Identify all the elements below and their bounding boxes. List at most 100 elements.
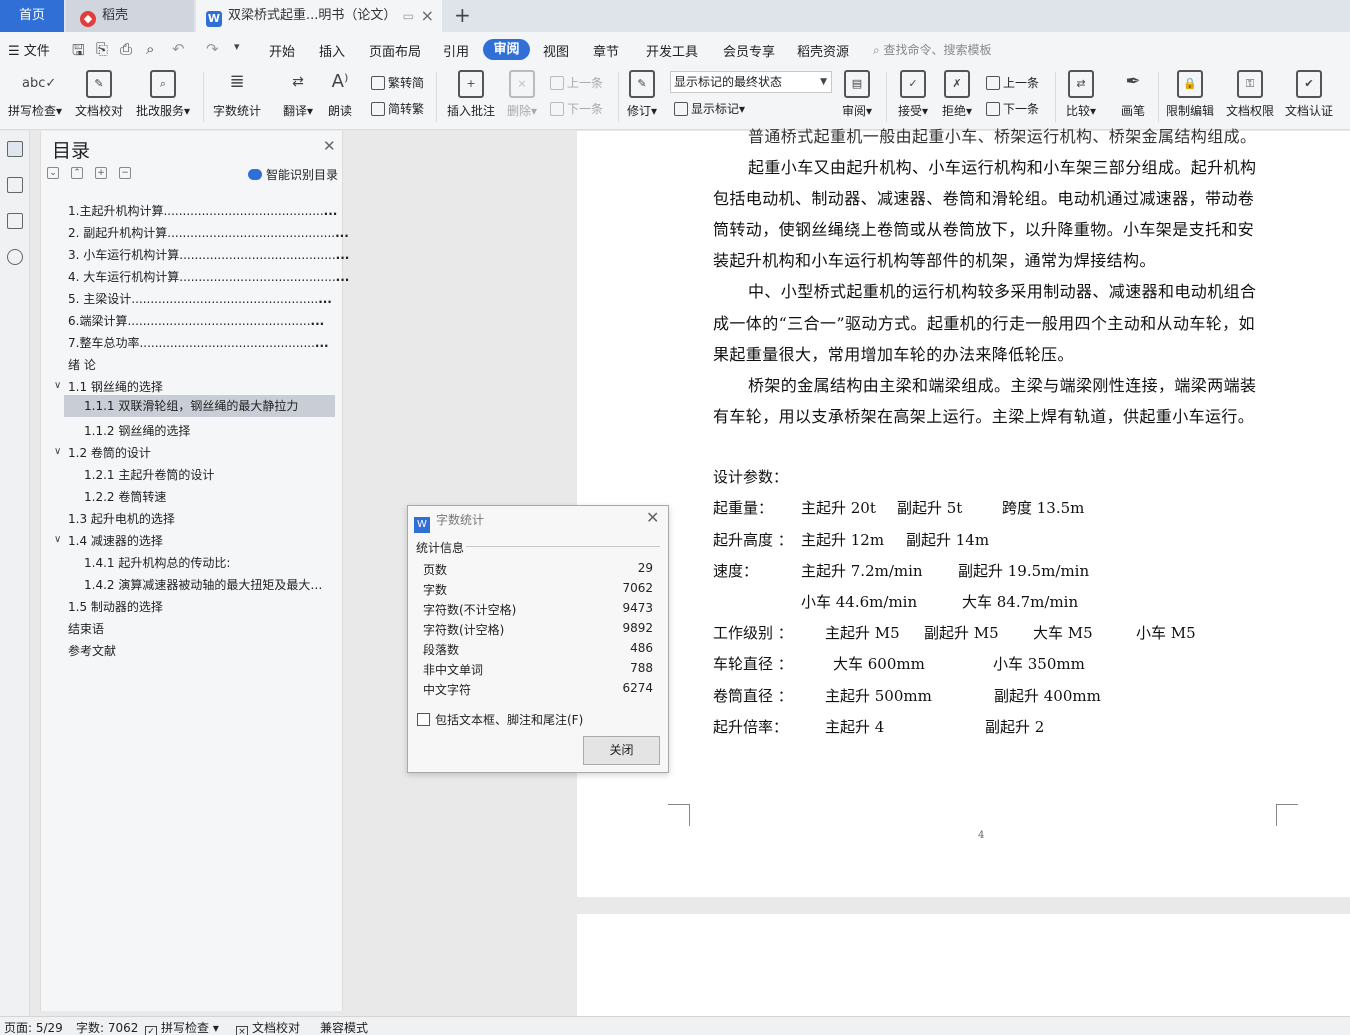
ink-button[interactable]: ✒ 画笔	[1116, 70, 1150, 119]
compare-button[interactable]: ⇄ 比较▾	[1063, 70, 1099, 119]
toc-item[interactable]: 1.主起升机构计算...............................…	[68, 202, 337, 219]
document-page[interactable]	[577, 131, 1350, 897]
include-textbox-checkbox[interactable]: 包括文本框、脚注和尾注(F)	[417, 711, 583, 728]
doc-permission-button[interactable]: ⚿ 文档权限	[1224, 70, 1276, 119]
save-icon[interactable]: 🖫	[72, 40, 85, 65]
expand-up-icon[interactable]: ⌃	[71, 167, 83, 179]
close-icon[interactable]: ✕	[646, 508, 659, 527]
show-markup-button[interactable]: 显示标记▾	[674, 100, 745, 117]
chevron-down-icon[interactable]: ∨	[54, 380, 61, 391]
toc-item[interactable]: 6.端梁计算..................................…	[68, 312, 324, 329]
page-indicator[interactable]: 页面: 5/29	[4, 1019, 63, 1035]
toc-item[interactable]: 1.2.1 主起升卷筒的设计	[84, 466, 214, 483]
next-change-button[interactable]: 下一条	[986, 100, 1039, 117]
toc-item[interactable]: 1.4 减速器的选择	[68, 532, 163, 549]
spellcheck-button[interactable]: abc✓ 拼写检查▾	[6, 70, 64, 119]
accept-button[interactable]: ✓ 接受▾	[896, 70, 930, 119]
read-aloud-button[interactable]: A⁾ 朗读	[326, 70, 354, 119]
toc-item[interactable]: 1.1 钢丝绳的选择	[68, 378, 163, 395]
trad-to-simp-button[interactable]: 繁转简	[371, 74, 424, 91]
track-changes-button[interactable]: ✎ 修订▾	[625, 70, 659, 119]
restrict-edit-button[interactable]: 🔒 限制编辑	[1164, 70, 1216, 119]
markup-state-select[interactable]: 显示标记的最终状态 ▼	[670, 71, 832, 93]
chevron-down-icon[interactable]: ∨	[54, 446, 61, 457]
toc-item[interactable]: 1.2.2 卷筒转速	[84, 488, 166, 505]
toc-item[interactable]: 1.4.1 起升机构总的传动比:	[84, 554, 230, 571]
toc-item[interactable]: 7.整车总功率.................................…	[68, 334, 329, 351]
toc-item[interactable]: 4. 大车运行机构计算.............................…	[68, 268, 349, 285]
param-label: 工作级别 ：	[713, 624, 793, 642]
remove-item-icon[interactable]: −	[119, 167, 131, 179]
customize-chevron-icon[interactable]: ▾	[234, 40, 240, 53]
export-icon[interactable]: ⎘	[96, 40, 108, 58]
close-icon[interactable]: ×	[421, 0, 434, 32]
add-item-icon[interactable]: +	[95, 167, 107, 179]
file-menu[interactable]: ☰ 文件	[8, 40, 50, 59]
simp-to-trad-button[interactable]: 简转繁	[371, 100, 424, 117]
menu-start[interactable]: 开始	[269, 41, 295, 60]
next-comment-label: 下一条	[567, 102, 604, 116]
print-preview-icon[interactable]: ⌕	[146, 40, 154, 58]
toc-item[interactable]: 结束语	[68, 620, 104, 637]
new-tab-button[interactable]: +	[454, 0, 471, 30]
prev-comment-button[interactable]: 上一条	[550, 74, 603, 91]
review-pane-button[interactable]: ▤ 审阅▾	[840, 70, 874, 119]
word-count-indicator[interactable]: 字数: 7062	[76, 1019, 138, 1035]
tab-daoke[interactable]: ◆ 稻壳	[66, 0, 194, 32]
print-icon[interactable]: ⎙	[120, 40, 132, 58]
search-icon[interactable]	[7, 249, 23, 265]
toc-item[interactable]: 1.4.2 演算减速器被动轴的最大扭矩及最大…	[84, 576, 322, 593]
toc-item[interactable]: 3. 小车运行机构计算.............................…	[68, 246, 349, 263]
doc-proof-button[interactable]: ✎ 文档校对	[74, 70, 124, 119]
toc-item[interactable]: 绪 论	[68, 356, 96, 373]
document-page-next[interactable]	[577, 914, 1350, 1016]
next-comment-button[interactable]: 下一条	[550, 100, 603, 117]
delete-comment-button[interactable]: × 删除▾	[506, 70, 538, 119]
menu-review[interactable]: 审阅	[483, 39, 530, 60]
insert-comment-button[interactable]: + 插入批注	[445, 70, 497, 119]
menu-insert[interactable]: 插入	[319, 41, 345, 60]
toc-item[interactable]: 参考文献	[68, 642, 116, 659]
translate-button[interactable]: ⇄ 翻译▾	[281, 70, 315, 119]
simp-trad-icon	[371, 102, 385, 116]
undo-icon[interactable]: ↶	[172, 40, 185, 58]
tab-home[interactable]: 首页	[0, 0, 64, 32]
menu-reference[interactable]: 引用	[443, 41, 469, 60]
doc-permission-label: 文档权限	[1225, 104, 1274, 118]
chevron-down-icon[interactable]: ∨	[54, 534, 61, 545]
tab-document[interactable]: W 双梁桥式起重...明书（论文） ▭ ×	[196, 0, 442, 32]
toc-item[interactable]: 1.1.2 钢丝绳的选择	[84, 422, 190, 439]
menu-layout[interactable]: 页面布局	[369, 41, 421, 60]
word-count-label: 字数统计	[212, 104, 261, 118]
toc-item[interactable]: 1.5 制动器的选择	[68, 598, 163, 615]
toc-item[interactable]: 5. 主梁设计.................................…	[68, 290, 332, 307]
spellcheck-status[interactable]: ✓ 拼写检查 ▾	[145, 1019, 219, 1035]
param-value: 副起升 5t	[897, 499, 963, 517]
proof-status[interactable]: × 文档校对	[236, 1019, 300, 1035]
toc-item-selected[interactable]: 1.1.1 双联滑轮组，钢丝绳的最大静拉力	[64, 395, 335, 417]
toc-item[interactable]: 2. 副起升机构计算..............................…	[68, 224, 349, 241]
toc-item[interactable]: 1.2 卷筒的设计	[68, 444, 151, 461]
reject-button[interactable]: ✗ 拒绝▾	[940, 70, 974, 119]
menu-developer[interactable]: 开发工具	[646, 41, 698, 60]
checkbox-box[interactable]	[417, 713, 430, 726]
menu-member[interactable]: 会员专享	[723, 41, 775, 60]
word-count-button[interactable]: ≣ 字数统计	[212, 70, 262, 119]
close-icon[interactable]: ✕	[323, 137, 336, 155]
chapter-nav-icon[interactable]	[7, 177, 23, 193]
menu-chapter[interactable]: 章节	[593, 41, 619, 60]
pin-icon[interactable]: ▭	[403, 0, 414, 32]
doc-cert-button[interactable]: ✔ 文档认证	[1283, 70, 1335, 119]
redo-icon[interactable]: ↷	[206, 40, 219, 58]
smart-toc-button[interactable]: 智能识别目录	[248, 166, 338, 183]
collapse-all-icon[interactable]: ⌄	[47, 167, 59, 179]
menu-daoke-resources[interactable]: 稻壳资源	[797, 41, 849, 60]
correction-service-button[interactable]: ⌕ 批改服务▾	[134, 70, 192, 119]
close-button[interactable]: 关闭	[583, 736, 660, 765]
bookmark-icon[interactable]	[7, 213, 23, 229]
prev-change-button[interactable]: 上一条	[986, 74, 1039, 91]
command-search[interactable]: ⌕ 查找命令、搜索模板	[873, 41, 992, 58]
toc-item[interactable]: 1.3 起升电机的选择	[68, 510, 175, 527]
menu-view[interactable]: 视图	[543, 41, 569, 60]
toc-nav-icon[interactable]	[7, 141, 23, 157]
